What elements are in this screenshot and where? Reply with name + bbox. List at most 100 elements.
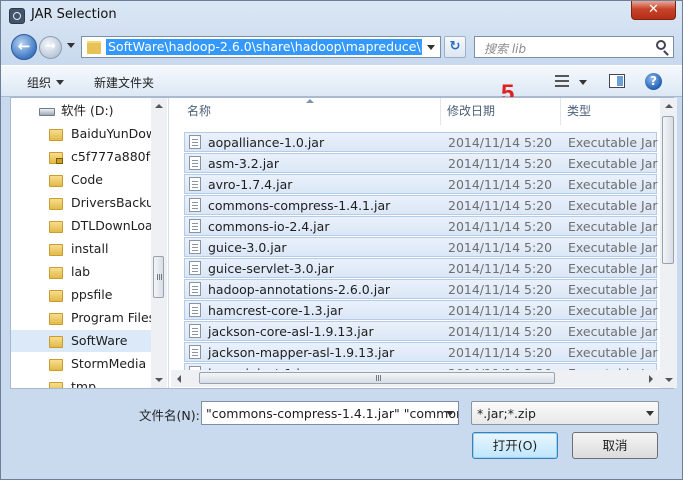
- column-header-name[interactable]: 名称: [187, 98, 211, 125]
- tree-item-label: tmp: [71, 379, 97, 388]
- file-date: 2014/11/14 5:20: [448, 282, 553, 297]
- search-icon[interactable]: [656, 40, 666, 50]
- tree-item-label: Code: [71, 172, 104, 187]
- column-header-date[interactable]: 修改日期: [447, 98, 495, 125]
- tree-item[interactable]: DTLDownLoad: [11, 215, 159, 237]
- filename-chevron-down-icon[interactable]: [446, 411, 454, 416]
- file-row[interactable]: aopalliance-1.0.jar 2014/11/14 5:20 Execut…: [184, 132, 658, 152]
- close-button[interactable]: ✕: [631, 1, 676, 20]
- file-date: 2014/11/14 5:20: [448, 261, 553, 276]
- file-scroll-left-icon[interactable]: [177, 375, 181, 383]
- tree-item[interactable]: ppsfile: [11, 284, 159, 306]
- column-header-type[interactable]: 类型: [567, 98, 591, 125]
- tree-scroll-thumb[interactable]: [153, 256, 164, 298]
- tree-item-label: SoftWare: [71, 333, 128, 348]
- tree-item[interactable]: Code: [11, 169, 159, 191]
- column-separator[interactable]: [440, 98, 441, 125]
- tree-scrollbar[interactable]: [151, 98, 167, 388]
- file-name: avro-1.7.4.jar: [208, 177, 293, 192]
- file-row[interactable]: asm-3.2.jar 2014/11/14 5:20 Executable Jar…: [184, 153, 658, 173]
- view-options-icon[interactable]: [555, 75, 569, 87]
- file-row[interactable]: commons-io-2.4.jar 2014/11/14 5:20 Executa…: [184, 216, 658, 236]
- filename-input[interactable]: "commons-compress-1.4.1.jar" "commons-io…: [201, 401, 459, 425]
- tree-item[interactable]: SoftWare: [11, 330, 159, 352]
- file-name: aopalliance-1.0.jar: [208, 135, 325, 150]
- tree-item-label: 软件 (D:): [61, 103, 114, 118]
- file-hscroll-thumb[interactable]: [199, 372, 555, 384]
- tree-item[interactable]: lab: [11, 261, 159, 283]
- filter-chevron-down-icon[interactable]: [646, 411, 654, 416]
- tree-scroll-down-icon[interactable]: [155, 378, 163, 382]
- folder-icon: [49, 313, 63, 325]
- preview-pane-icon[interactable]: [609, 74, 625, 88]
- file-row[interactable]: hadoop-annotations-2.6.0.jar 2014/11/14 5…: [184, 279, 658, 299]
- toolbar: 组织 新建文件夹 ?: [1, 65, 682, 97]
- browser-area: 软件 (D:) BaiduYunDow c5f777a880f9 Code Driver…: [10, 97, 677, 389]
- file-type-filter[interactable]: *.jar;*.zip: [471, 401, 659, 425]
- tree-item[interactable]: BaiduYunDow: [11, 123, 159, 145]
- tree-item[interactable]: DriversBackup: [11, 192, 159, 214]
- search-input[interactable]: 搜索 lib: [474, 36, 674, 58]
- file-row[interactable]: commons-compress-1.4.1.jar 2014/11/14 5:2…: [184, 195, 658, 215]
- recent-pages-chevron-down-icon[interactable]: [67, 43, 75, 48]
- file-row[interactable]: hamcrest-core-1.3.jar 2014/11/14 5:20 Exec…: [184, 300, 658, 320]
- tree-scroll-up-icon[interactable]: [155, 104, 163, 108]
- address-bar[interactable]: SoftWare\hadoop-2.6.0\share\hadoop\mapre…: [81, 36, 441, 58]
- window-title: JAR Selection: [31, 7, 117, 22]
- organize-chevron-down-icon[interactable]: [56, 80, 64, 85]
- file-row[interactable]: jackson-mapper-asl-1.9.13.jar 2014/11/14 …: [184, 342, 658, 362]
- tree-item[interactable]: Program Files: [11, 307, 159, 329]
- filter-value: *.jar;*.zip: [477, 406, 536, 421]
- jar-file-icon: [189, 135, 201, 149]
- address-chevron-down-icon[interactable]: [427, 45, 435, 50]
- navigation-bar: ← → SoftWare\hadoop-2.6.0\share\hadoop\m…: [1, 31, 682, 63]
- file-row[interactable]: guice-3.0.jar 2014/11/14 5:20 Executable J…: [184, 237, 658, 257]
- file-name: hadoop-annotations-2.6.0.jar: [208, 282, 390, 297]
- organize-button[interactable]: 组织: [27, 74, 51, 91]
- help-icon[interactable]: ?: [645, 73, 662, 90]
- back-button[interactable]: ←: [11, 34, 37, 60]
- file-date: 2014/11/14 5:20: [448, 303, 553, 318]
- tree-item[interactable]: StormMedia: [11, 353, 159, 375]
- jar-file-icon: [189, 345, 201, 359]
- open-button[interactable]: 打开(O): [472, 432, 558, 459]
- tree-item[interactable]: c5f777a880f9: [11, 146, 159, 168]
- locked-folder-icon: [49, 152, 63, 164]
- file-type: Executable Jar File: [568, 345, 658, 360]
- tree-item-label: Program Files: [71, 310, 156, 325]
- file-row[interactable]: avro-1.7.4.jar 2014/11/14 5:20 Executable …: [184, 174, 658, 194]
- refresh-button[interactable]: ↻: [444, 36, 466, 58]
- jar-file-icon: [189, 219, 201, 233]
- tree-item-label: c5f777a880f9: [71, 149, 158, 164]
- file-name: jackson-mapper-asl-1.9.13.jar: [208, 345, 395, 360]
- jar-file-icon: [189, 261, 201, 275]
- folder-icon: [49, 382, 63, 388]
- filename-value[interactable]: "commons-compress-1.4.1.jar" "commons-io…: [206, 406, 458, 421]
- file-scroll-right-icon[interactable]: [649, 375, 653, 383]
- forward-button[interactable]: →: [39, 36, 62, 59]
- file-type: Executable Jar File: [568, 282, 658, 297]
- cancel-button[interactable]: 取消: [572, 432, 658, 459]
- file-row[interactable]: jackson-core-asl-1.9.13.jar 2014/11/14 5:…: [184, 321, 658, 341]
- new-folder-button[interactable]: 新建文件夹: [94, 74, 154, 91]
- jar-file-icon: [189, 198, 201, 212]
- file-scroll-thumb[interactable]: [662, 116, 674, 264]
- tree-item[interactable]: 软件 (D:): [11, 100, 159, 122]
- file-scroll-down-icon[interactable]: [665, 378, 673, 382]
- tree-item[interactable]: install: [11, 238, 159, 260]
- file-date: 2014/11/14 5:20: [448, 156, 553, 171]
- file-type: Executable Jar File: [568, 198, 658, 213]
- tree-item-label: install: [71, 241, 109, 256]
- file-type: Executable Jar File: [568, 240, 658, 255]
- folder-icon: [49, 336, 63, 348]
- column-separator[interactable]: [560, 98, 561, 125]
- file-type: Executable Jar File: [568, 261, 658, 276]
- grip-icon: [376, 375, 377, 381]
- file-row[interactable]: guice-servlet-3.0.jar 2014/11/14 5:20 Exec…: [184, 258, 658, 278]
- view-chevron-down-icon[interactable]: [579, 80, 587, 85]
- tree-item[interactable]: tmp: [11, 376, 159, 388]
- address-text[interactable]: SoftWare\hadoop-2.6.0\share\hadoop\mapre…: [106, 39, 422, 55]
- folder-icon: [49, 198, 63, 210]
- pane-divider[interactable]: [168, 98, 169, 388]
- file-scroll-up-icon[interactable]: [665, 104, 673, 108]
